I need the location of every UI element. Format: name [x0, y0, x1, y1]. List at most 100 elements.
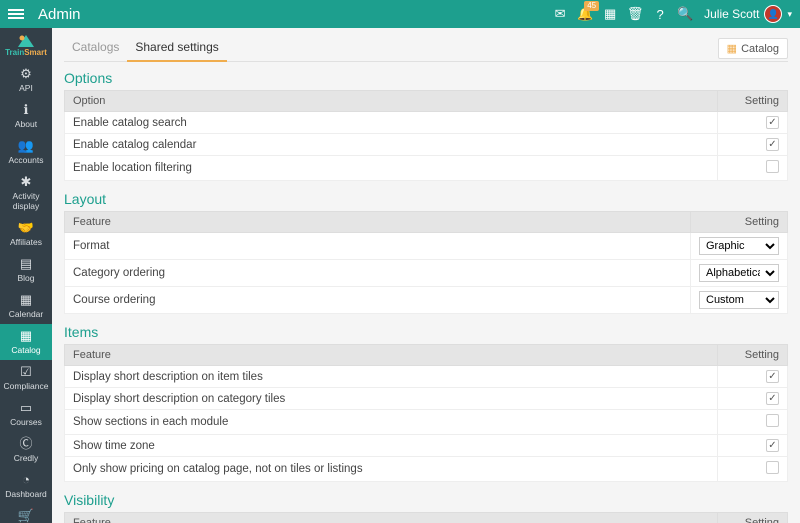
nav-icon: ▭ [20, 401, 32, 415]
nav-label: Accounts [9, 155, 44, 165]
checkbox[interactable] [766, 461, 779, 474]
menu-toggle-icon[interactable] [8, 6, 24, 22]
sidebar-item-blog[interactable]: ▤ Blog [0, 252, 52, 288]
table-row: Enable location filtering [65, 156, 788, 181]
sidebar-item-courses[interactable]: ▭ Courses [0, 396, 52, 432]
visibility-table: FeatureSetting Display items for default… [64, 512, 788, 523]
nav-icon: ℹ [24, 103, 29, 117]
sidebar-item-e-commerce[interactable]: 🛒E-commerce [0, 504, 52, 523]
sidebar-item-calendar[interactable]: ▦ Calendar [0, 288, 52, 324]
nav-label: Blog [17, 273, 34, 283]
nav-icon: ▦ [20, 329, 32, 343]
nav-label: Affiliates [10, 237, 42, 247]
select-category-ordering[interactable]: Alphabetical [699, 264, 779, 282]
sidebar: TrainSmart ⚙ API ℹ About 👥 Accounts ✱ Activity … [0, 28, 52, 523]
nav-icon: ✱ [21, 175, 32, 189]
sidebar-item-credly[interactable]: Ⓒ Credly [0, 432, 52, 468]
sidebar-item-accounts[interactable]: 👥 Accounts [0, 134, 52, 170]
nav-label: Calendar [9, 309, 44, 319]
table-row: Show time zone [65, 435, 788, 457]
row-label: Course ordering [65, 287, 691, 314]
section-title-layout: Layout [64, 191, 788, 207]
nav-icon: ⚙ [20, 67, 32, 81]
nav-label: About [15, 119, 37, 129]
checkbox[interactable] [766, 439, 779, 452]
tabs-row: CatalogsShared settings ▦Catalog [64, 36, 788, 62]
nav-icon: ☑ [20, 365, 32, 379]
nav-icon: ▤ [20, 257, 32, 271]
nav-icon: ◔ [22, 473, 30, 487]
nav-label: API [19, 83, 33, 93]
notifications-icon[interactable]: 🔔45 [575, 4, 595, 24]
help-icon[interactable]: ? [650, 4, 670, 24]
avatar: 👤 [764, 5, 782, 23]
layout-table: FeatureSetting FormatGraphicCategory ord… [64, 211, 788, 314]
sidebar-item-catalog[interactable]: ▦ Catalog [0, 324, 52, 360]
user-name: Julie Scott [704, 7, 759, 21]
calendar-icon[interactable]: ▦ [600, 4, 620, 24]
row-label: Only show pricing on catalog page, not o… [65, 457, 718, 482]
tab-shared-settings[interactable]: Shared settings [127, 36, 226, 62]
table-row: Display short description on category ti… [65, 388, 788, 410]
section-title-visibility: Visibility [64, 492, 788, 508]
nav-icon: 🤝 [18, 221, 34, 235]
sidebar-item-dashboard[interactable]: ◔ Dashboard [0, 468, 52, 504]
logo[interactable]: TrainSmart [0, 28, 52, 62]
main-content: CatalogsShared settings ▦Catalog Options… [52, 28, 800, 523]
table-row: Category ordering Alphabetical [65, 260, 788, 287]
checkbox[interactable] [766, 392, 779, 405]
nav-icon: 🛒 [18, 509, 34, 523]
checkbox[interactable] [766, 160, 779, 173]
search-icon[interactable]: 🔍 [675, 4, 695, 24]
grid-icon: ▦ [727, 42, 737, 55]
nav-label: Activity display [2, 191, 50, 211]
row-label: Enable catalog search [65, 112, 718, 134]
nav-label: Dashboard [5, 489, 47, 499]
catalog-button[interactable]: ▦Catalog [718, 38, 788, 59]
row-label: Enable catalog calendar [65, 134, 718, 156]
mail-icon[interactable]: ✉ [550, 4, 570, 24]
tab-catalogs[interactable]: Catalogs [64, 36, 127, 62]
table-row: Only show pricing on catalog page, not o… [65, 457, 788, 482]
table-row: Enable catalog calendar [65, 134, 788, 156]
select-course-ordering[interactable]: Custom [699, 291, 779, 309]
row-label: Show sections in each module [65, 410, 718, 435]
table-row: Display short description on item tiles [65, 366, 788, 388]
table-row: FormatGraphic [65, 233, 788, 260]
nav-label: Courses [10, 417, 42, 427]
nav-label: Catalog [11, 345, 40, 355]
row-label: Category ordering [65, 260, 691, 287]
sidebar-item-activity-display[interactable]: ✱ Activity display [0, 170, 52, 216]
page-title: Admin [38, 6, 81, 23]
sidebar-item-compliance[interactable]: ☑ Compliance [0, 360, 52, 396]
topbar-icons: ✉ 🔔45 ▦ 🗑 ? 🔍 Julie Scott 👤 ▾ [550, 4, 792, 24]
items-table: FeatureSetting Display short description… [64, 344, 788, 482]
nav-label: Compliance [4, 381, 49, 391]
table-row: Show sections in each module [65, 410, 788, 435]
section-title-options: Options [64, 70, 788, 86]
sidebar-item-api[interactable]: ⚙ API [0, 62, 52, 98]
sidebar-item-about[interactable]: ℹ About [0, 98, 52, 134]
nav-icon: Ⓒ [19, 437, 32, 451]
options-table: OptionSetting Enable catalog searchEnabl… [64, 90, 788, 181]
trash-icon[interactable]: 🗑 [625, 4, 645, 24]
row-label: Display short description on item tiles [65, 366, 718, 388]
checkbox[interactable] [766, 370, 779, 383]
nav-icon: 👥 [18, 139, 34, 153]
table-row: Course ordering Custom [65, 287, 788, 314]
topbar: Admin ✉ 🔔45 ▦ 🗑 ? 🔍 Julie Scott 👤 ▾ [0, 0, 800, 28]
row-label: Enable location filtering [65, 156, 718, 181]
checkbox[interactable] [766, 116, 779, 129]
row-label: Show time zone [65, 435, 718, 457]
select-format[interactable]: Graphic [699, 237, 779, 255]
checkbox[interactable] [766, 414, 779, 427]
nav-icon: ▦ [20, 293, 32, 307]
chevron-down-icon: ▾ [787, 9, 792, 20]
row-label: Display short description on category ti… [65, 388, 718, 410]
user-menu[interactable]: Julie Scott 👤 ▾ [704, 5, 792, 23]
notification-badge: 45 [584, 1, 599, 11]
table-row: Enable catalog search [65, 112, 788, 134]
nav-label: Credly [14, 453, 39, 463]
checkbox[interactable] [766, 138, 779, 151]
sidebar-item-affiliates[interactable]: 🤝 Affiliates [0, 216, 52, 252]
